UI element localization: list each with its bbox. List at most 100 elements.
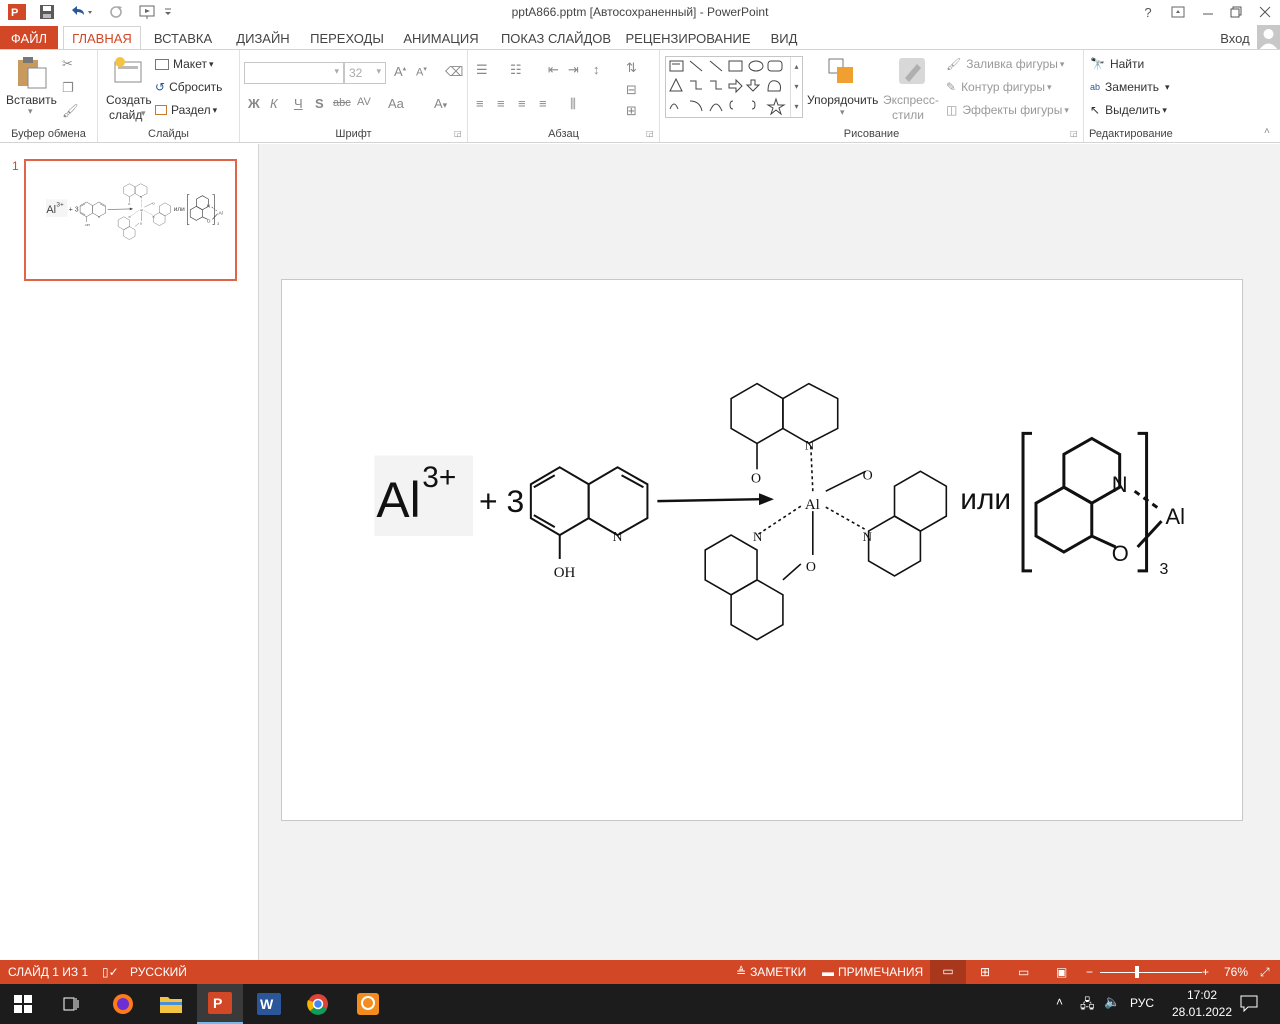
font-dialog-launcher-icon[interactable]: ◲: [454, 129, 462, 138]
align-text-icon[interactable]: ⊟: [626, 82, 637, 98]
volume-icon[interactable]: 🔈: [1104, 994, 1120, 1010]
align-center-icon[interactable]: ≡: [497, 96, 505, 111]
tab-file[interactable]: ФАЙЛ: [0, 26, 58, 50]
comments-button[interactable]: ▬ ПРИМЕЧАНИЯ: [822, 965, 923, 979]
sign-in-link[interactable]: Вход: [1215, 26, 1255, 50]
select-button[interactable]: ↖ Выделить ▾: [1090, 103, 1167, 117]
spellcheck-icon[interactable]: ▯✓: [102, 965, 119, 979]
tab-review[interactable]: РЕЦЕНЗИРОВАНИЕ: [625, 26, 750, 50]
new-slide-dropdown-icon[interactable]: ▾: [141, 108, 146, 119]
line-spacing-icon[interactable]: ↕: [593, 62, 600, 77]
slideshow-view-icon[interactable]: ▣: [1056, 965, 1067, 979]
zoom-slider-track[interactable]: [1100, 972, 1202, 973]
change-case-button[interactable]: Aa: [388, 96, 404, 111]
notifications-icon[interactable]: [1240, 994, 1258, 1015]
slide-thumbnail[interactable]: Al 3+ + 3 N OH Al N O O N N O или N O Al…: [24, 159, 237, 281]
shape-fill-button[interactable]: 🖌 Заливка фигуры ▾: [946, 57, 1064, 71]
reading-view-icon[interactable]: ▭: [1018, 965, 1029, 979]
font-size-combo[interactable]: 32 ▾: [344, 62, 386, 84]
increase-font-icon[interactable]: A▴: [394, 64, 406, 79]
reset-button[interactable]: ↺ Сбросить: [155, 80, 222, 94]
clock-time[interactable]: 17:02: [1170, 988, 1234, 1002]
word-taskbar-icon[interactable]: W: [246, 984, 292, 1024]
replace-button[interactable]: ab Заменить ▾: [1090, 80, 1169, 94]
arrange-dropdown-icon[interactable]: ▾: [840, 107, 845, 118]
shape-effects-button[interactable]: ◫ Эффекты фигуры ▾: [946, 103, 1069, 117]
shapes-scroll[interactable]: ▴ ▾ ▾: [790, 57, 802, 117]
quick-styles-icon[interactable]: [897, 56, 927, 91]
user-avatar-icon[interactable]: [1257, 25, 1280, 50]
tab-transitions[interactable]: ПЕРЕХОДЫ: [308, 26, 386, 50]
ribbon-display-options-icon[interactable]: [1165, 2, 1191, 22]
tab-home[interactable]: ГЛАВНАЯ: [63, 26, 141, 50]
align-right-icon[interactable]: ≡: [518, 96, 526, 111]
slide-sorter-view-icon[interactable]: ⊞: [980, 965, 990, 979]
increase-indent-icon[interactable]: ⇥: [568, 62, 579, 78]
zoom-in-icon[interactable]: +: [1202, 965, 1209, 979]
shape-outline-button[interactable]: ✎ Контур фигуры ▾: [946, 80, 1052, 94]
font-color-icon[interactable]: A▾: [434, 96, 447, 111]
section-button[interactable]: Раздел ▾: [155, 103, 217, 117]
text-direction-icon[interactable]: ⇅: [626, 60, 637, 76]
normal-view-icon[interactable]: ▭: [930, 960, 966, 984]
strikethrough-button[interactable]: abc: [333, 97, 351, 109]
align-left-icon[interactable]: ≡: [476, 96, 484, 111]
tray-overflow-icon[interactable]: ˄: [1056, 995, 1063, 1009]
chrome-icon[interactable]: [295, 984, 341, 1024]
char-spacing-button[interactable]: AV: [357, 96, 371, 108]
clear-formatting-icon[interactable]: ⌫: [445, 64, 463, 80]
tab-insert[interactable]: ВСТАВКА: [150, 26, 216, 50]
drawing-dialog-launcher-icon[interactable]: ◲: [1070, 129, 1078, 138]
paste-dropdown-icon[interactable]: ▾: [28, 106, 33, 117]
tab-animation[interactable]: АНИМАЦИЯ: [396, 26, 486, 50]
quick-styles-line2[interactable]: стили: [892, 108, 924, 122]
tab-slideshow[interactable]: ПОКАЗ СЛАЙДОВ: [496, 26, 616, 50]
zoom-out-icon[interactable]: −: [1086, 965, 1093, 979]
font-family-combo[interactable]: ▾: [244, 62, 344, 84]
fit-to-window-icon[interactable]: ⤢: [1260, 965, 1270, 980]
zoom-level[interactable]: 76%: [1224, 965, 1248, 979]
zoom-slider-thumb[interactable]: [1135, 966, 1139, 978]
pdf-app-icon[interactable]: [345, 984, 391, 1024]
underline-button[interactable]: Ч: [294, 96, 303, 111]
minimize-icon[interactable]: [1195, 2, 1221, 22]
new-slide-button-line2[interactable]: слайд: [109, 108, 142, 122]
notes-button[interactable]: ≜ ЗАМЕТКИ: [736, 965, 806, 979]
format-painter-icon[interactable]: 🖌: [62, 103, 79, 119]
shadow-button[interactable]: S: [315, 96, 324, 111]
keyboard-language[interactable]: РУС: [1130, 996, 1154, 1010]
quick-styles-line1[interactable]: Экспресс-: [883, 93, 939, 107]
start-button-icon[interactable]: [0, 984, 46, 1024]
decrease-font-icon[interactable]: A▾: [416, 65, 427, 79]
close-icon[interactable]: [1252, 2, 1278, 22]
bold-button[interactable]: Ж: [248, 96, 260, 111]
numbering-icon[interactable]: ☷: [510, 62, 522, 78]
arrange-icon[interactable]: [826, 56, 856, 91]
tab-design[interactable]: ДИЗАЙН: [228, 26, 298, 50]
shapes-gallery[interactable]: ▴ ▾ ▾: [665, 56, 803, 118]
collapse-ribbon-icon[interactable]: ˄: [1264, 126, 1270, 137]
clock-date[interactable]: 28.01.2022: [1164, 1005, 1240, 1019]
new-slide-icon[interactable]: [112, 56, 144, 89]
task-view-icon[interactable]: [48, 984, 94, 1024]
bullets-icon[interactable]: ☰: [476, 62, 488, 78]
firefox-icon[interactable]: [100, 984, 146, 1024]
network-icon[interactable]: 🖧: [1080, 995, 1095, 1017]
powerpoint-taskbar-icon[interactable]: P: [197, 984, 243, 1024]
justify-icon[interactable]: ≡: [539, 96, 547, 111]
decrease-indent-icon[interactable]: ⇤: [548, 62, 559, 78]
new-slide-button-line1[interactable]: Создать: [106, 93, 152, 107]
help-button[interactable]: ?: [1135, 2, 1161, 22]
copy-icon[interactable]: ❐: [62, 80, 74, 96]
paragraph-dialog-launcher-icon[interactable]: ◲: [646, 129, 654, 138]
smartart-icon[interactable]: ⊞: [626, 103, 637, 119]
paste-icon[interactable]: [14, 56, 48, 93]
find-button[interactable]: 🔭 Найти: [1090, 57, 1144, 71]
restore-icon[interactable]: [1223, 2, 1249, 22]
slide-canvas[interactable]: Al 3+ + 3 N OH Al N O O N N O или N O Al…: [281, 279, 1243, 821]
layout-button[interactable]: Макет ▾: [155, 57, 214, 71]
italic-button[interactable]: К: [270, 96, 278, 111]
file-explorer-icon[interactable]: [148, 984, 194, 1024]
paste-button[interactable]: Вставить: [6, 93, 57, 107]
arrange-button[interactable]: Упорядочить: [807, 93, 878, 107]
